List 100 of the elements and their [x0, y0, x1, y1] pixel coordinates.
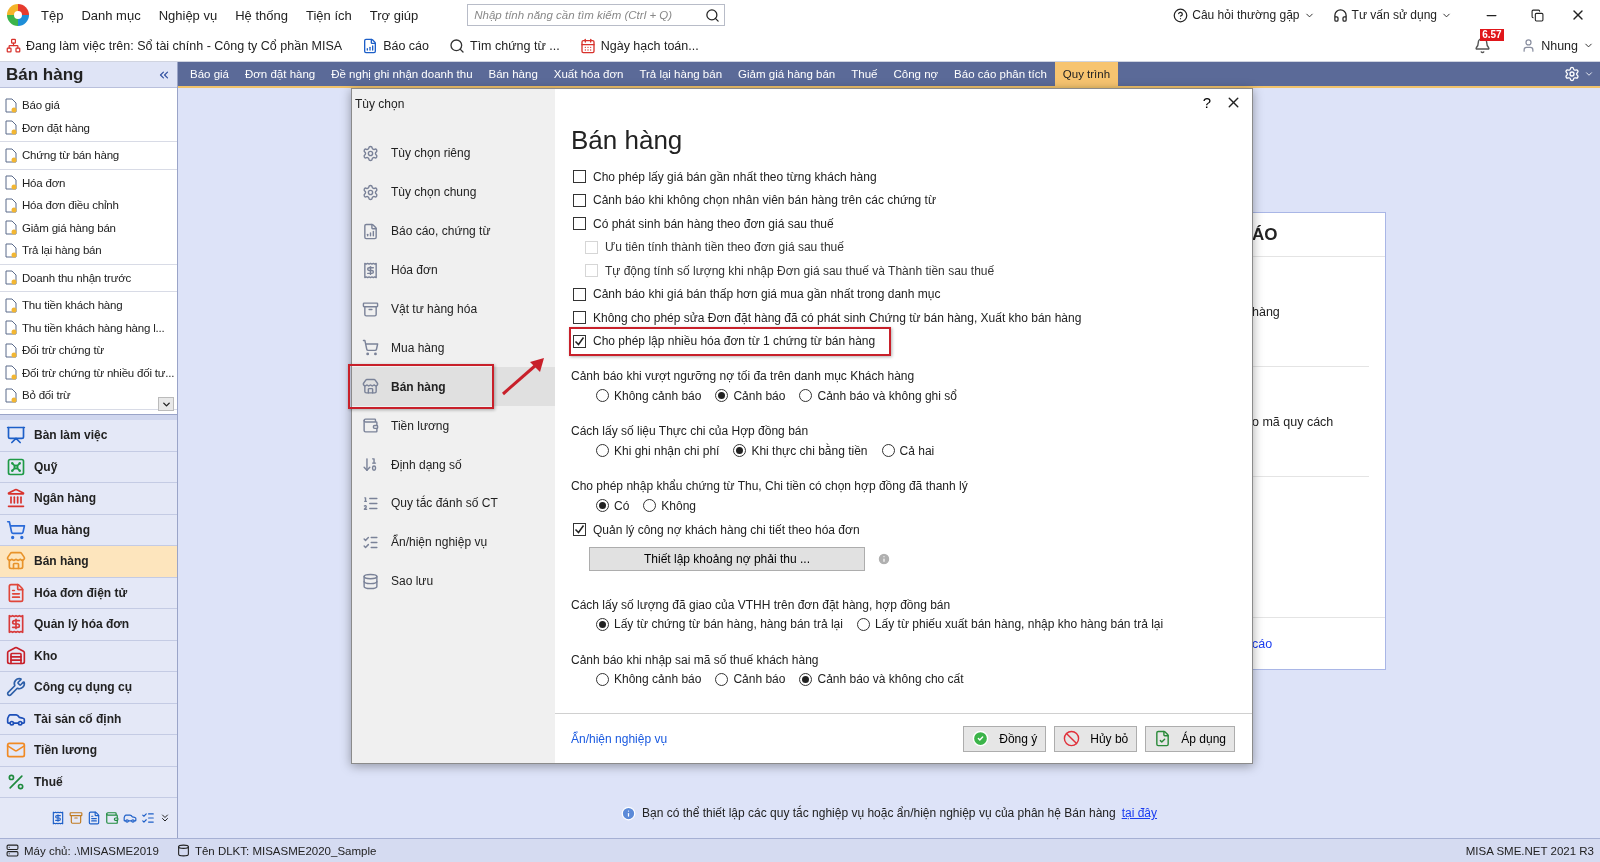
- toolbar-link[interactable]: Ngày hạch toán...: [600, 38, 699, 53]
- bell-icon[interactable]: [1474, 37, 1492, 54]
- menu-item[interactable]: Danh mục: [74, 7, 148, 23]
- radio-button[interactable]: [856, 617, 870, 631]
- tab[interactable]: Đề nghị ghi nhận doanh thu: [323, 62, 481, 86]
- radio-button[interactable]: [596, 444, 609, 457]
- menu-item[interactable]: Hệ thống: [228, 7, 295, 23]
- bank-icon: [6, 488, 26, 509]
- settings-icon[interactable]: [1564, 66, 1580, 82]
- tab[interactable]: Thuế: [843, 62, 886, 86]
- radio-button[interactable]: [596, 499, 609, 512]
- radio-button[interactable]: [799, 672, 813, 686]
- caret-icon[interactable]: [1584, 69, 1594, 79]
- help-link[interactable]: Câu hỏi thường gặp: [1192, 8, 1300, 22]
- menu-item[interactable]: Tiện ích: [298, 7, 359, 23]
- checkbox[interactable]: [573, 170, 586, 184]
- sidebar-item[interactable]: Chứng từ bán hàng: [0, 144, 177, 167]
- module-button[interactable]: Bán hàng: [0, 546, 177, 578]
- headset-icon[interactable]: [1332, 7, 1348, 23]
- nav-item[interactable]: Định dạng số: [352, 445, 555, 484]
- scroll-down-button[interactable]: [158, 397, 174, 411]
- radio-button[interactable]: [715, 672, 729, 686]
- radio-button[interactable]: [596, 672, 609, 686]
- nav-item[interactable]: Hóa đơn: [352, 250, 555, 290]
- settings-button[interactable]: Thiết lập khoảng nợ phải thu ...: [589, 546, 865, 571]
- group-label: Cách lấy số lượng đã giao của VTHH trên đơn đặt hàng, hợp đồng bán: [571, 596, 952, 612]
- nav-item[interactable]: Sao lưu: [352, 561, 555, 601]
- tab[interactable]: Bán hàng: [480, 62, 546, 86]
- sidebar-item[interactable]: Doanh thu nhận trước: [0, 266, 177, 289]
- hierarchy-icon: [6, 38, 21, 53]
- restore-icon[interactable]: [1531, 8, 1544, 22]
- nav-item[interactable]: Tiền lương: [352, 406, 555, 446]
- receipt-icon[interactable]: [51, 811, 65, 825]
- car-icon[interactable]: [123, 811, 137, 825]
- box-icon[interactable]: [69, 811, 83, 825]
- tab[interactable]: Đơn đặt hàng: [237, 62, 324, 86]
- sidebar-item[interactable]: Đối trừ chứng từ: [0, 339, 177, 362]
- user-name[interactable]: Nhung: [1541, 38, 1578, 53]
- search-icon: [449, 37, 465, 54]
- document-icon: [5, 97, 17, 113]
- checkbox[interactable]: [573, 287, 586, 301]
- menu-item[interactable]: Nghiệp vụ: [151, 7, 225, 23]
- tab[interactable]: Báo cáo phân tích: [946, 62, 1055, 86]
- radio-button[interactable]: [733, 444, 747, 457]
- tab[interactable]: Giảm giá hàng bán: [730, 62, 844, 86]
- apply-button[interactable]: Áp dụng: [1145, 725, 1235, 752]
- sidebar-item[interactable]: Đơn đặt hàng: [0, 116, 177, 139]
- toolbar-link[interactable]: Báo cáo: [383, 38, 429, 53]
- numbered-list-icon: [362, 494, 379, 512]
- nav-item[interactable]: Báo cáo, chứng từ: [352, 211, 555, 251]
- calendar-icon: [579, 37, 596, 54]
- sidebar-item[interactable]: Thu tiền khách hàng hàng l...: [0, 316, 177, 339]
- menu-item[interactable]: Trợ giúp: [362, 7, 426, 23]
- checklist-icon[interactable]: [141, 811, 155, 825]
- cancel-button[interactable]: Hủy bỏ: [1054, 725, 1138, 752]
- document-icon: [5, 120, 17, 136]
- checkbox[interactable]: [573, 334, 586, 348]
- radio-button[interactable]: [596, 389, 609, 402]
- nav-item[interactable]: Ẩn/hiện nghiệp vụ: [352, 522, 555, 562]
- group-label: Cho phép nhập khẩu chứng từ Thu, Chi tiền có chọn hợp đồng đã thanh lý: [571, 478, 969, 493]
- checkbox[interactable]: [573, 311, 586, 325]
- checkbox[interactable]: [573, 523, 586, 537]
- help-button[interactable]: ?: [1202, 93, 1211, 111]
- footer-link[interactable]: Ẩn/hiện nghiệp vụ: [571, 731, 668, 746]
- checkbox[interactable]: [573, 193, 586, 207]
- sidebar-item[interactable]: Hóa đơn điều chỉnh: [0, 194, 177, 217]
- checkbox[interactable]: [573, 217, 586, 231]
- sidebar-item[interactable]: Giảm giá hàng bán: [0, 216, 177, 239]
- wallet-icon[interactable]: [105, 811, 119, 825]
- tab[interactable]: Báo giá: [182, 62, 237, 86]
- sidebar-item[interactable]: Báo giá: [0, 94, 177, 117]
- radio-button[interactable]: [643, 499, 657, 512]
- sidebar-item[interactable]: Hóa đơn: [0, 171, 177, 194]
- toolbar-link[interactable]: Tìm chứng từ ...: [470, 38, 560, 53]
- nav-item[interactable]: Vật tư hàng hóa: [352, 289, 555, 329]
- menu-item[interactable]: Tệp: [34, 7, 71, 23]
- nav-item[interactable]: Tùy chọn riêng: [352, 134, 555, 173]
- radio-button[interactable]: [881, 444, 895, 457]
- sidebar-item[interactable]: Thu tiền khách hàng: [0, 294, 177, 317]
- tab[interactable]: Xuất hóa đơn: [545, 62, 632, 86]
- radio-button[interactable]: [715, 389, 729, 402]
- document-icon[interactable]: [87, 811, 101, 825]
- sidebar-item[interactable]: Đối trừ chứng từ nhiều đối tư...: [0, 361, 177, 384]
- tab[interactable]: Quy trình: [1054, 62, 1119, 86]
- radio-button[interactable]: [596, 617, 609, 631]
- receipt-icon: [6, 614, 26, 635]
- help-icon[interactable]: [1173, 7, 1189, 23]
- sidebar-item[interactable]: Trả lại hàng bán: [0, 239, 177, 262]
- nav-item[interactable]: Quy tắc đánh số CT: [352, 484, 555, 523]
- tab[interactable]: Công nợ: [885, 62, 947, 86]
- ok-button[interactable]: Đồng ý: [963, 725, 1047, 752]
- info-link[interactable]: tại đây: [1121, 806, 1158, 820]
- sidebar-item[interactable]: Bỏ đối trừ: [0, 384, 177, 407]
- tab[interactable]: Trả lại hàng bán: [631, 62, 731, 86]
- nav-item[interactable]: Tùy chọn chung: [352, 172, 555, 212]
- nav-item[interactable]: Mua hàng: [352, 328, 555, 368]
- more-icon[interactable]: [159, 812, 171, 824]
- radio-button[interactable]: [799, 389, 813, 402]
- support-link[interactable]: Tư vấn sử dụng: [1351, 8, 1437, 22]
- search-field[interactable]: Nhập tính năng cần tìm kiếm (Ctrl + Q): [467, 4, 726, 26]
